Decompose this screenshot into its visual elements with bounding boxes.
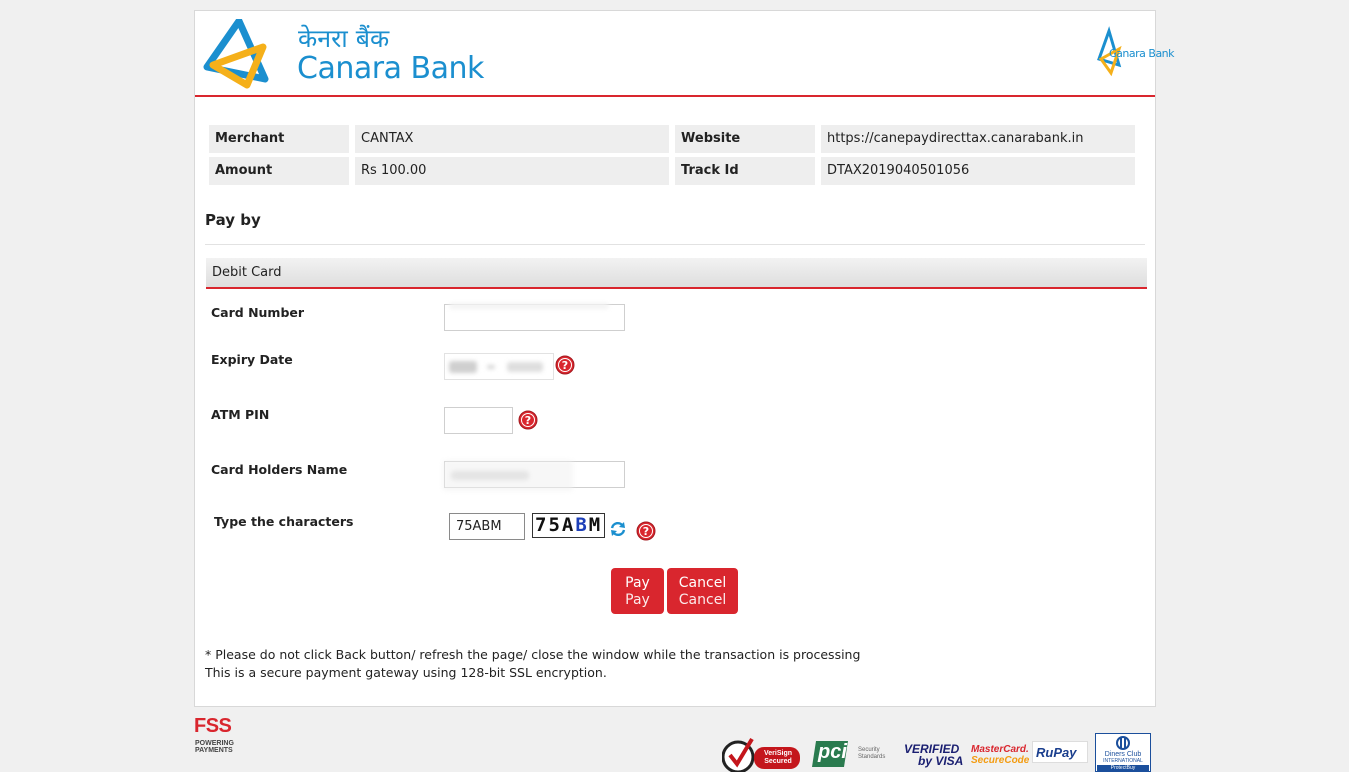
merchant-value: CANTAX [355, 125, 669, 153]
card-number-input[interactable] [444, 303, 625, 331]
diners-club-icon [1116, 736, 1130, 750]
fss-tagline-line1: POWERING [195, 740, 234, 747]
card-number-label: Card Number [211, 305, 305, 320]
mc-line1: MasterCard. [971, 744, 1029, 755]
debit-card-section-header[interactable]: Debit Card [206, 258, 1147, 289]
logo-english-text: Canara Bank [297, 51, 484, 86]
mastercard-securecode-badge: MasterCard. SecureCode [970, 733, 1030, 772]
captcha-help-icon[interactable]: ? [636, 521, 656, 541]
website-label: Website [675, 125, 815, 153]
expiry-year [507, 362, 543, 372]
expiry-help-icon[interactable]: ? [555, 355, 575, 375]
captcha-image-text-c: M [588, 514, 603, 536]
verisign-line2: Secured [764, 758, 792, 765]
pci-sub1: Security [858, 747, 880, 753]
canara-triangle-icon [203, 17, 269, 89]
rupay-badge: RuPay [1032, 733, 1088, 772]
atm-pin-label: ATM PIN [211, 407, 270, 422]
visa-line2: by VISA [918, 754, 964, 768]
svg-text:?: ? [643, 525, 649, 538]
pay-button-label-repeat: Pay [625, 592, 650, 608]
rupay-text: RuPay [1036, 745, 1077, 760]
verisign-badge: VeriSign Secured [721, 733, 802, 772]
pay-button[interactable]: Pay Pay [611, 568, 664, 614]
logo-hindi-text: केनरा बैंक [298, 24, 390, 53]
expiry-separator [487, 365, 495, 369]
fss-tagline-line2: PAYMENTS [195, 747, 233, 754]
expiry-month [449, 361, 477, 373]
divider [205, 244, 1145, 245]
track-id-label: Track Id [675, 157, 815, 185]
ssl-note: This is a secure payment gateway using 1… [205, 665, 607, 680]
merchant-label: Merchant [209, 125, 349, 153]
pay-button-label: Pay [625, 575, 650, 591]
track-id-value: DTAX2019040501056 [821, 157, 1135, 185]
pci-sub2: Standards [858, 754, 886, 760]
cancel-button[interactable]: Cancel Cancel [667, 568, 738, 614]
captcha-image-text-a: 75A [535, 514, 576, 536]
redacted-overlay [443, 460, 573, 491]
captcha-input[interactable]: 75ABM [449, 513, 525, 540]
fss-logo-text: FSS [194, 715, 232, 737]
expiry-date-select[interactable] [444, 353, 554, 380]
header: केनरा बैंक Canara Bank Canara Bank [195, 11, 1175, 97]
atm-pin-help-icon[interactable]: ? [518, 410, 538, 430]
fss-tagline: POWERING PAYMENTS [195, 740, 234, 754]
captcha-image-text-b: B [575, 514, 589, 536]
pci-text: pci [818, 741, 847, 763]
svg-text:?: ? [525, 414, 531, 427]
expiry-date-label: Expiry Date [211, 352, 293, 367]
diners-line1: Diners Club [1104, 751, 1142, 758]
diners-line3: ProtectBuy [1097, 765, 1149, 772]
pci-badge: pci Security Standards [812, 733, 896, 772]
security-badges: VeriSign Secured pci Security Standards … [721, 733, 1152, 772]
small-logo-text: Canara Bank [1109, 47, 1175, 60]
website-value: https://canepaydirecttax.canarabank.in [821, 125, 1135, 153]
card-holder-name-input[interactable] [443, 460, 625, 491]
redacted-value [449, 303, 609, 309]
pay-by-heading: Pay by [205, 211, 261, 229]
atm-pin-input[interactable] [444, 407, 513, 434]
amount-label: Amount [209, 157, 349, 185]
verified-by-visa-badge: VERIFIED by VISA [902, 733, 964, 772]
mc-line2: SecureCode [971, 755, 1030, 766]
diners-club-badge: Diners Club INTERNATIONAL ProtectBuy [1095, 733, 1151, 772]
back-button-warning: * Please do not click Back button/ refre… [205, 647, 861, 662]
canara-bank-logo: केनरा बैंक Canara Bank [203, 17, 493, 91]
canara-small-logo: Canara Bank [1095, 25, 1175, 81]
payment-page: केनरा बैंक Canara Bank Canara Bank Merch… [194, 10, 1175, 707]
fss-logo: FSS POWERING PAYMENTS [194, 715, 244, 755]
captcha-image: 75ABM [532, 513, 605, 538]
cancel-button-label: Cancel [678, 575, 727, 591]
captcha-refresh-icon[interactable] [609, 520, 627, 538]
cancel-button-label-repeat: Cancel [678, 592, 727, 608]
captcha-label: Type the characters [214, 514, 354, 529]
verisign-line1: VeriSign [763, 750, 792, 757]
diners-line2: INTERNATIONAL [1103, 758, 1143, 764]
svg-text:?: ? [562, 359, 568, 372]
card-holder-name-label: Card Holders Name [211, 462, 348, 477]
amount-value: Rs 100.00 [355, 157, 669, 185]
